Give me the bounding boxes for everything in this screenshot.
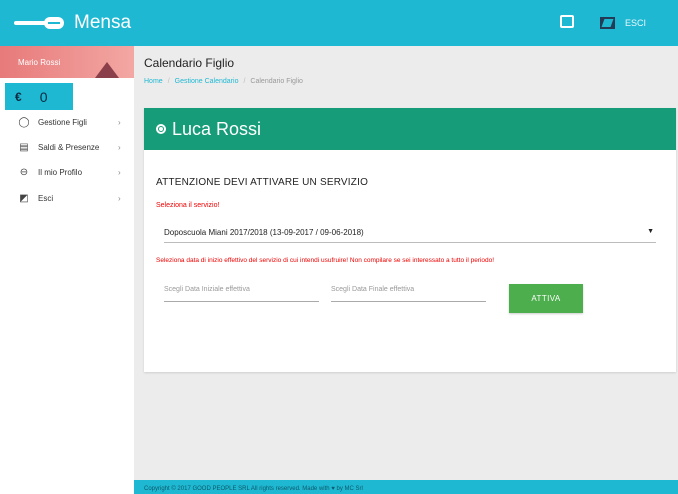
balance-badge: € 0 <box>5 83 73 110</box>
balance-value: 0 <box>39 88 48 105</box>
banner-mountain-graphic <box>95 62 119 78</box>
select-service-label: Seleziona il servizio! <box>156 202 220 209</box>
top-bar: Mensa ESCI <box>0 0 678 46</box>
child-icon <box>156 124 166 134</box>
footer-copyright: Copyright © 2017 GOOD PEOPLE SRL All rig… <box>144 486 363 492</box>
page-title: Calendario Figlio <box>144 56 235 70</box>
chevron-right-icon: › <box>118 193 121 203</box>
child-icon: ◯ <box>18 116 30 128</box>
warning-title: ATTENZIONE DEVI ATTIVARE UN SERVIZIO <box>156 177 369 188</box>
main-content: Calendario Figlio Home / Gestione Calendar… <box>134 46 678 494</box>
exit-icon: ◩ <box>19 192 29 204</box>
fullscreen-icon[interactable] <box>560 15 574 28</box>
date-note: Seleziona data di inizio effettivo del s… <box>156 257 495 264</box>
service-card: Luca Rossi ATTENZIONE DEVI ATTIVARE UN S… <box>144 108 676 372</box>
sidebar-item-esci[interactable]: ◩ Esci › <box>0 187 134 209</box>
app-logo[interactable]: Mensa <box>14 9 131 37</box>
sidebar-item-label: Gestione Figli <box>38 117 87 127</box>
breadcrumb-gestione-calendario[interactable]: Gestione Calendario <box>175 78 239 85</box>
chevron-right-icon: › <box>118 142 121 152</box>
sidebar: Mario Rossi € 0 ◯ Gestione Figli › ▤ Sal… <box>0 46 134 494</box>
sidebar-item-label: Il mio Profilo <box>38 167 83 177</box>
footer: Copyright © 2017 GOOD PEOPLE SRL All rig… <box>134 480 678 494</box>
end-date-input[interactable]: Scegli Data Finale effettiva <box>331 278 486 302</box>
user-name: Mario Rossi <box>18 58 61 67</box>
user-banner: Mario Rossi <box>0 46 134 78</box>
activate-button[interactable]: ATTIVA <box>509 284 583 313</box>
breadcrumb: Home / Gestione Calendario / Calendario Figl… <box>144 78 303 85</box>
sidebar-item-gestione-figli[interactable]: ◯ Gestione Figli › <box>0 111 134 133</box>
sidebar-item-label: Esci <box>38 193 54 203</box>
start-date-placeholder: Scegli Data Iniziale effettiva <box>164 286 250 293</box>
logout-label: ESCI <box>625 18 647 28</box>
start-date-input[interactable]: Scegli Data Iniziale effettiva <box>164 278 319 302</box>
chevron-right-icon: › <box>118 167 121 177</box>
euro-icon: € <box>15 89 22 104</box>
card-header: Luca Rossi <box>144 108 676 150</box>
end-date-placeholder: Scegli Data Finale effettiva <box>331 286 415 293</box>
user-icon: ⊖ <box>19 166 29 178</box>
breadcrumb-home[interactable]: Home <box>144 78 163 85</box>
child-name: Luca Rossi <box>172 118 262 139</box>
chevron-right-icon: › <box>118 117 121 127</box>
service-select-value: Doposcuola Miani 2017/2018 (13-09-2017 /… <box>164 228 364 237</box>
sidebar-item-label: Saldi & Presenze <box>38 142 100 152</box>
sidebar-item-saldi-presenze[interactable]: ▤ Saldi & Presenze › <box>0 136 134 158</box>
breadcrumb-current: Calendario Figlio <box>250 78 303 85</box>
document-icon: ▤ <box>19 141 29 153</box>
sidebar-item-profilo[interactable]: ⊖ Il mio Profilo › <box>0 161 134 183</box>
app-title: Mensa <box>74 12 132 33</box>
service-select[interactable]: Doposcuola Miani 2017/2018 (13-09-2017 /… <box>164 222 656 243</box>
exit-icon <box>600 17 615 29</box>
fork-icon <box>14 16 66 30</box>
logout-button[interactable]: ESCI <box>600 17 646 29</box>
dropdown-arrow-icon: ▼ <box>647 228 654 235</box>
